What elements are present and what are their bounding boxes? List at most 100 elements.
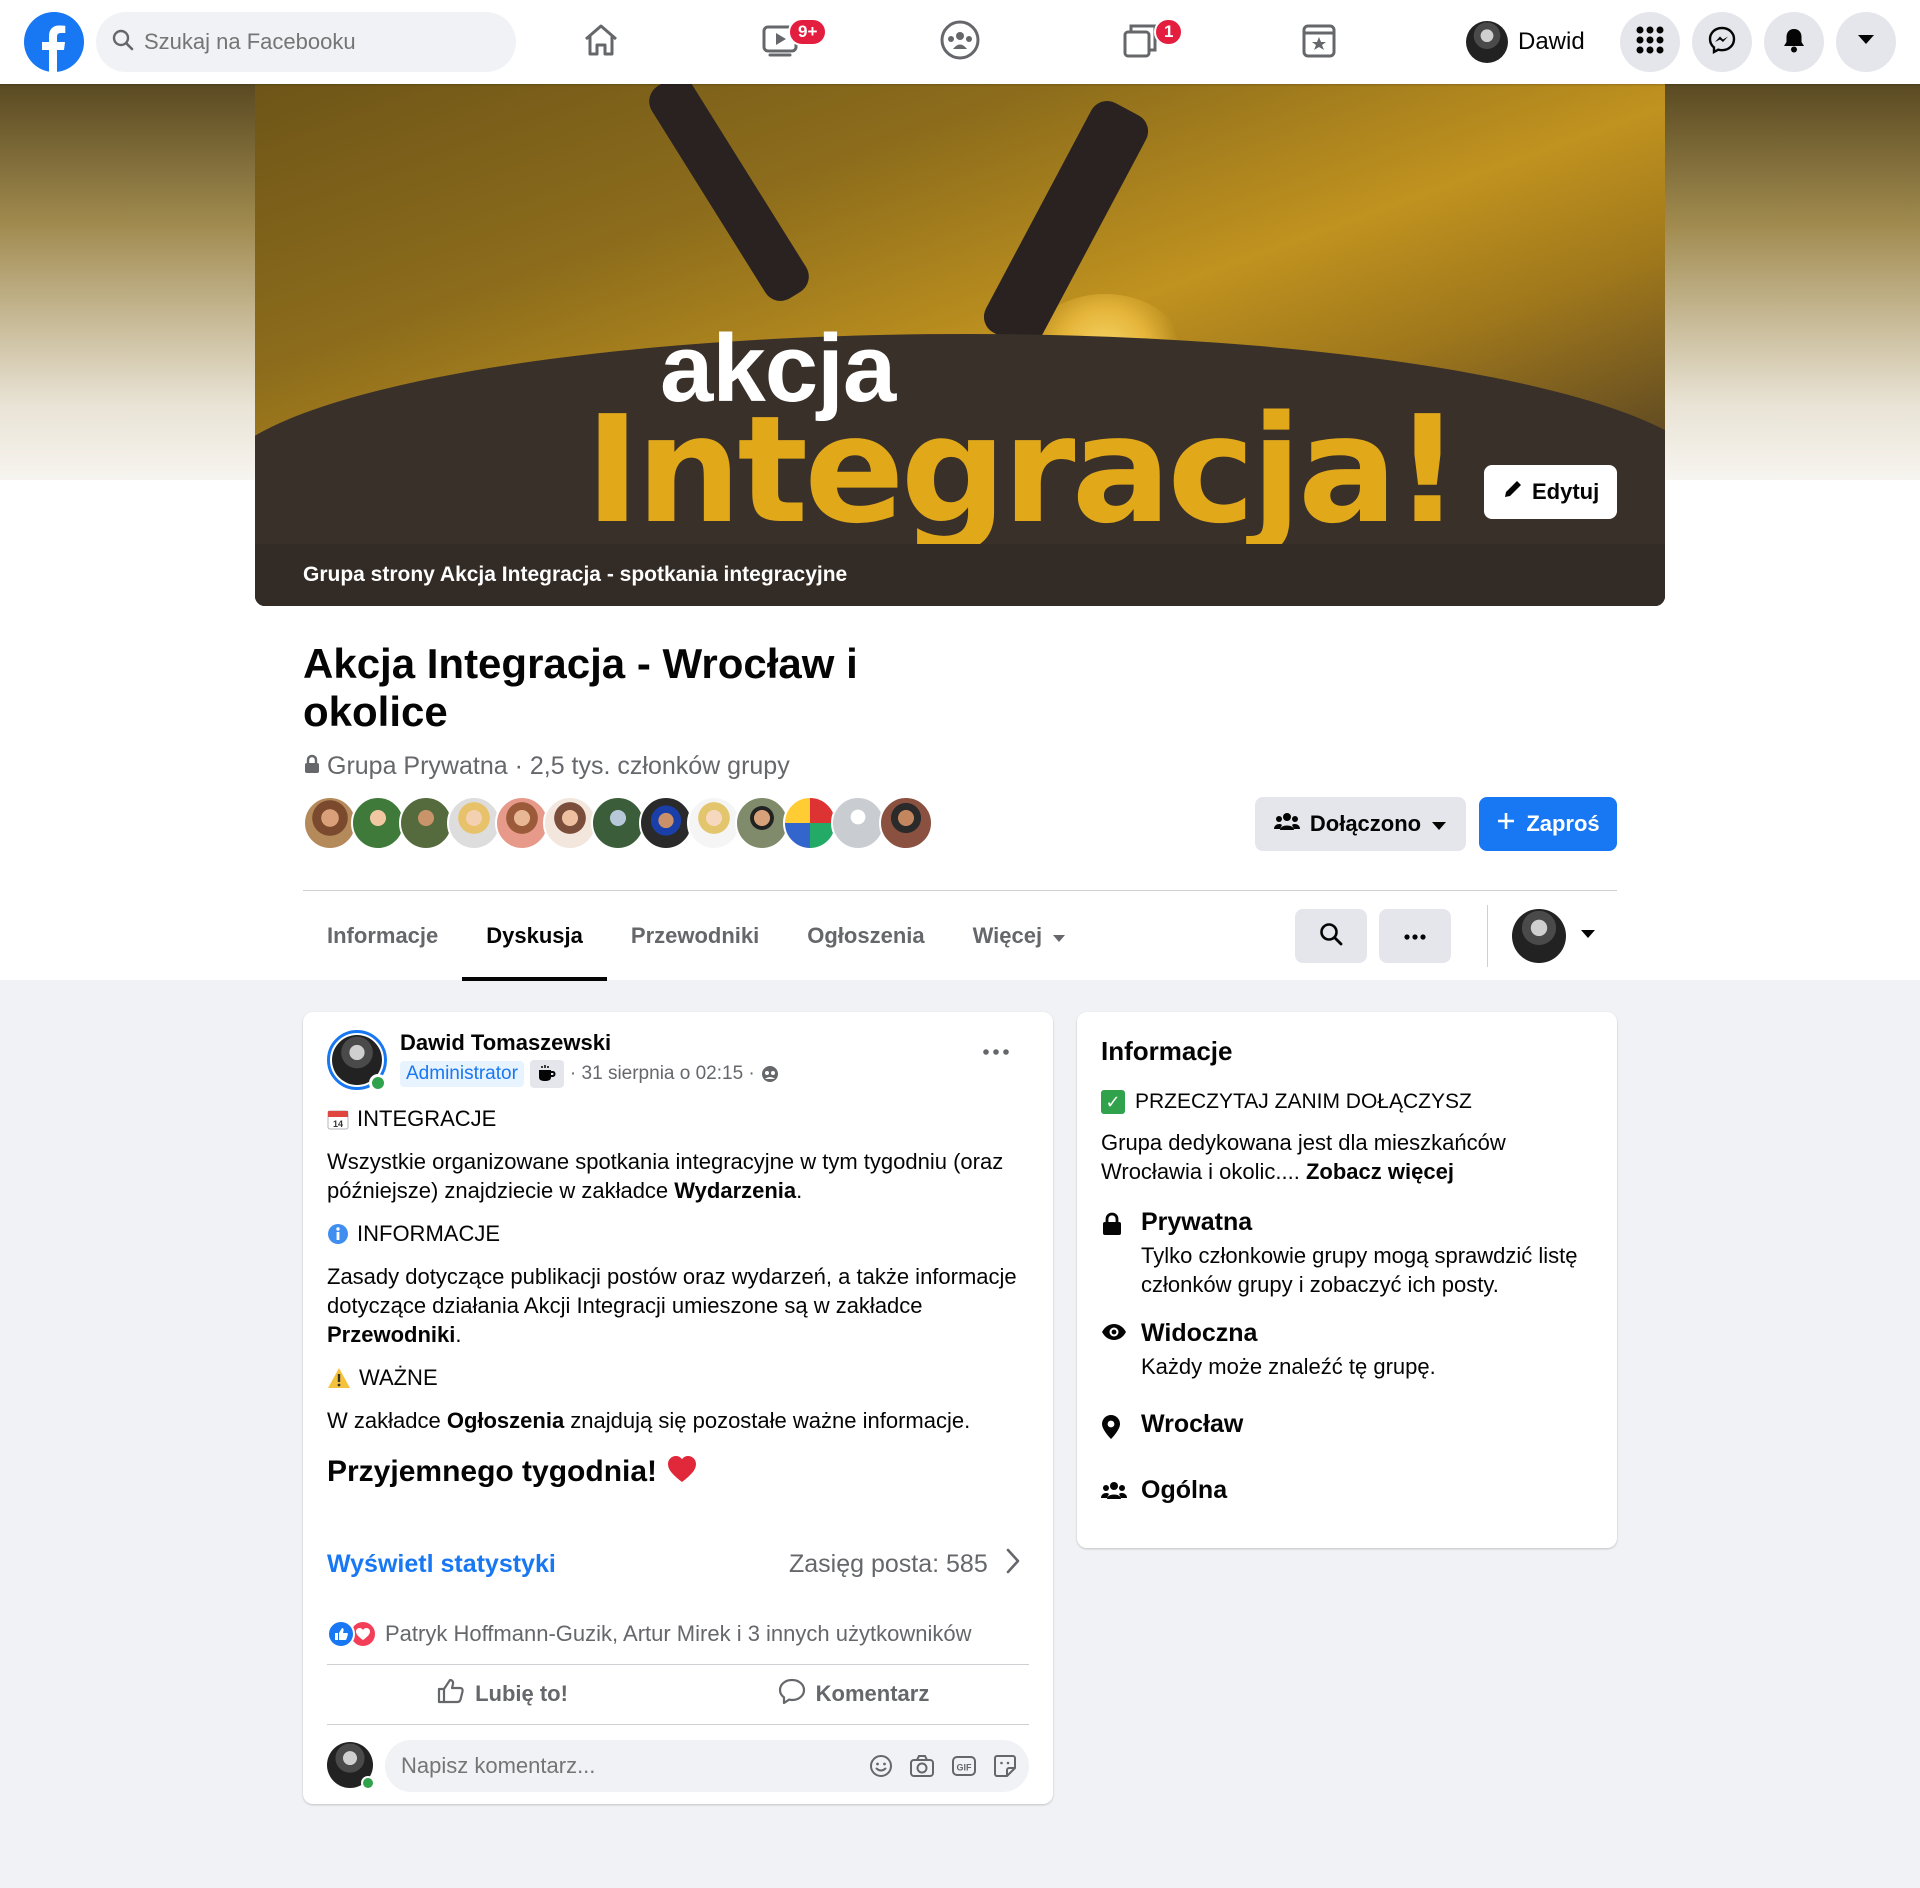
plus-icon <box>1496 811 1516 837</box>
account-button[interactable] <box>1836 12 1896 72</box>
post-reach[interactable]: Zasięg posta: 585 <box>789 1548 1020 1581</box>
post-body: 14 INTEGRACJE Wszystkie organizowane spo… <box>327 1104 1037 1488</box>
admin-badge[interactable]: Administrator <box>400 1061 524 1087</box>
facebook-logo-icon[interactable] <box>24 12 84 72</box>
member-avatar[interactable] <box>543 796 597 850</box>
meta-separator: · <box>507 752 530 780</box>
member-avatar[interactable] <box>303 796 357 850</box>
search-input[interactable] <box>144 29 484 55</box>
see-more-link[interactable]: Zobacz więcej <box>1306 1159 1454 1184</box>
emoji-icon[interactable] <box>869 1754 893 1778</box>
members-count[interactable]: 2,5 tys. członków grupy <box>530 752 790 781</box>
member-avatar[interactable] <box>783 796 837 850</box>
reactions-names: Patryk Hoffmann-Guzik, Artur Mirek i 3 i… <box>385 1621 972 1646</box>
joined-label: Dołączono <box>1309 811 1422 836</box>
tab-wiecej[interactable]: Więcej <box>949 891 1091 981</box>
member-avatar[interactable] <box>447 796 501 850</box>
like-button[interactable]: Lubię to! <box>327 1665 678 1723</box>
visible-title: Widoczna <box>1141 1319 1258 1347</box>
tab-przewodniki[interactable]: Przewodniki <box>607 891 783 981</box>
text-part: Zasady dotyczące publikacji postów oraz … <box>327 1264 1017 1318</box>
group-privacy[interactable]: Grupa Prywatna <box>327 752 508 781</box>
group-search-button[interactable] <box>1295 909 1367 963</box>
top-navigation-bar: 9+ 1 Dawid <box>0 0 1920 84</box>
eye-icon <box>1101 1319 1141 1381</box>
tab-label: Dyskusja <box>486 923 583 948</box>
coffee-cup-icon[interactable] <box>529 1060 564 1088</box>
invite-button[interactable]: Zaproś <box>1479 797 1617 851</box>
member-avatar[interactable] <box>831 796 885 850</box>
post-time[interactable]: · 31 sierpnia o 02:15 · <box>570 1063 755 1085</box>
nav-marketplace[interactable] <box>1259 8 1379 76</box>
group-title[interactable]: Akcja Integracja - Wrocław i okolice <box>303 640 903 736</box>
joined-button[interactable]: Dołączono <box>1255 797 1466 851</box>
cover-text-integracja: Integracja! <box>585 384 1461 556</box>
tab-dyskusja[interactable]: Dyskusja <box>462 891 607 981</box>
member-avatar[interactable] <box>399 796 453 850</box>
text-bold: Wydarzenia <box>674 1178 797 1203</box>
reactions-summary[interactable]: Patryk Hoffmann-Guzik, Artur Mirek i 3 i… <box>327 1620 971 1648</box>
comment-input[interactable] <box>401 1753 841 1779</box>
people-icon <box>1101 1476 1141 1505</box>
view-insights-link[interactable]: Wyświetl statystyki <box>327 1550 556 1579</box>
group-tabs: Informacje Dyskusja Przewodniki Ogłoszen… <box>303 891 1090 981</box>
post-closing: Przyjemnego tygodnia! <box>327 1455 1037 1488</box>
nav-home[interactable] <box>541 8 661 76</box>
tab-label: Więcej <box>972 923 1043 948</box>
post-author[interactable]: Dawid Tomaszewski <box>400 1030 611 1056</box>
profile-chip[interactable]: Dawid <box>1466 16 1585 68</box>
search-bar[interactable] <box>96 12 516 72</box>
section-text: Zasady dotyczące publikacji postów oraz … <box>327 1262 1037 1349</box>
camera-icon[interactable] <box>909 1754 935 1778</box>
member-avatar[interactable] <box>687 796 741 850</box>
pencil-icon <box>1502 478 1524 506</box>
section-title: INFORMACJE <box>357 1221 500 1246</box>
post-as-avatar[interactable] <box>1512 909 1566 963</box>
rules-text: PRZECZYTAJ ZANIM DOŁĄCZYSZ <box>1135 1090 1472 1113</box>
location-icon <box>1101 1410 1141 1440</box>
group-more-button[interactable] <box>1379 909 1451 963</box>
online-indicator <box>369 1074 387 1092</box>
member-avatar[interactable] <box>351 796 405 850</box>
member-avatar[interactable] <box>639 796 693 850</box>
divider <box>327 1724 1029 1725</box>
comment-button[interactable]: Komentarz <box>678 1665 1029 1723</box>
cover-photo: akcja Integracja! Edytuj Grupa strony Ak… <box>255 84 1665 606</box>
pinned-post: Dawid Tomaszewski Administrator · 31 sie… <box>303 1012 1053 1804</box>
text-bold: Ogłoszenia <box>446 1408 565 1433</box>
section-text: W zakładce Ogłoszenia znajdują się pozos… <box>327 1406 1037 1435</box>
messenger-button[interactable] <box>1692 12 1752 72</box>
tab-informacje[interactable]: Informacje <box>303 891 462 981</box>
heart-icon <box>667 1455 697 1488</box>
info-category: Ogólna <box>1101 1476 1227 1505</box>
edit-cover-button[interactable]: Edytuj <box>1484 465 1618 519</box>
member-avatar[interactable] <box>591 796 645 850</box>
nav-watch[interactable]: 9+ <box>720 8 840 76</box>
post-meta: Administrator · 31 sierpnia o 02:15 · <box>400 1060 779 1088</box>
sticker-icon[interactable] <box>993 1754 1017 1778</box>
member-avatar[interactable] <box>879 796 933 850</box>
chevron-right-icon <box>1006 1548 1020 1581</box>
member-avatars[interactable] <box>303 796 933 850</box>
caret-down-icon <box>1856 33 1876 52</box>
nav-groups[interactable] <box>900 8 1020 76</box>
tab-label: Przewodniki <box>630 923 760 948</box>
tab-ogloszenia[interactable]: Ogłoszenia <box>783 891 948 981</box>
lock-icon <box>303 752 321 781</box>
nav-gaming[interactable]: 1 <box>1080 8 1200 76</box>
location-text[interactable]: Wrocław <box>1141 1410 1243 1440</box>
comment-composer[interactable]: GIF <box>385 1740 1029 1792</box>
menu-button[interactable] <box>1620 12 1680 72</box>
notifications-button[interactable] <box>1764 12 1824 72</box>
member-avatar[interactable] <box>735 796 789 850</box>
search-icon <box>112 29 134 56</box>
gif-icon[interactable]: GIF <box>951 1754 977 1778</box>
groups-icon <box>939 19 981 66</box>
text-part: Wszystkie organizowane spotkania integra… <box>327 1149 1004 1203</box>
home-icon <box>581 20 621 65</box>
group-meta: Grupa Prywatna · 2,5 tys. członków grupy <box>303 752 790 781</box>
more-icon <box>983 1042 1009 1059</box>
member-avatar[interactable] <box>495 796 549 850</box>
caret-down-icon[interactable] <box>1580 926 1596 944</box>
post-options-button[interactable] <box>983 1042 1009 1060</box>
